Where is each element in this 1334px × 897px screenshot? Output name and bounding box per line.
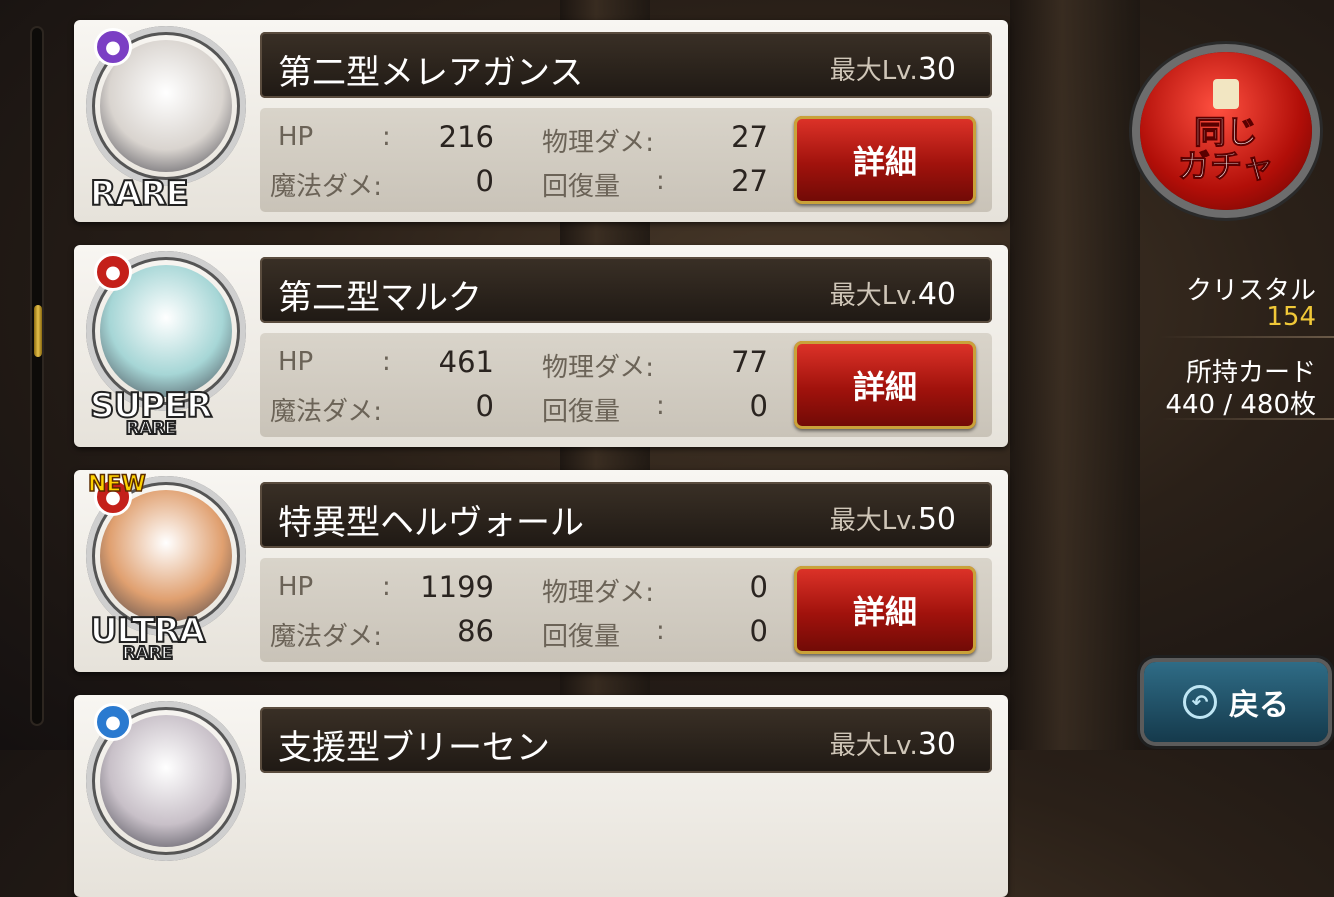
max-level-value: 30 bbox=[917, 52, 956, 87]
max-level-label: 最大Lv. bbox=[829, 56, 918, 86]
physical-damage-value: 77 bbox=[731, 345, 768, 379]
magic-damage-label: 魔法ダメ: bbox=[270, 397, 382, 427]
rarity-badge: ULTRA RARE bbox=[89, 610, 206, 665]
heal-value: 27 bbox=[731, 164, 768, 198]
unit-name: 第二型メレアガンス bbox=[278, 53, 584, 93]
stat-colon: : bbox=[656, 616, 665, 646]
swirl-icon: ● bbox=[94, 28, 132, 66]
unit-card[interactable]: ● RARE 第二型メレアガンス 最大Lv.30 HP : 216 物理ダメ: … bbox=[74, 20, 1008, 222]
swirl-icon: ● bbox=[94, 703, 132, 741]
rarity-label: RARE bbox=[89, 173, 190, 215]
max-level: 最大Lv.30 bbox=[830, 725, 956, 762]
hp-label: HP bbox=[278, 122, 314, 152]
unit-card[interactable]: ● SUPER RARE 第二型マルク 最大Lv.40 HP : 461 物理ダ… bbox=[74, 245, 1008, 447]
back-label: 戻る bbox=[1229, 688, 1289, 723]
hp-label: HP bbox=[278, 572, 314, 602]
heal-value: 0 bbox=[749, 389, 768, 423]
heal-label: 回復量 bbox=[542, 622, 621, 652]
unit-name-bar: 第二型メレアガンス 最大Lv.30 bbox=[260, 32, 992, 98]
stat-colon: : bbox=[382, 122, 391, 152]
physical-damage-label: 物理ダメ: bbox=[542, 128, 654, 158]
unit-name: 第二型マルク bbox=[278, 278, 482, 318]
unit-name-bar: 支援型ブリーセン 最大Lv.30 bbox=[260, 707, 992, 773]
hp-value: 461 bbox=[438, 345, 494, 379]
hp-label: HP bbox=[278, 347, 314, 377]
rarity-badge: RARE bbox=[89, 173, 190, 215]
gacha-line2: ガチャ bbox=[1178, 147, 1275, 185]
max-level-value: 40 bbox=[917, 277, 956, 312]
magic-damage-label: 魔法ダメ: bbox=[270, 172, 382, 202]
max-level: 最大Lv.50 bbox=[830, 500, 956, 537]
unit-portrait[interactable]: ● SUPER RARE bbox=[86, 251, 246, 440]
hp-value: 216 bbox=[438, 120, 494, 154]
physical-damage-value: 27 bbox=[731, 120, 768, 154]
detail-button[interactable]: 詳細 bbox=[794, 341, 976, 429]
gacha-line1: 同じ bbox=[1193, 113, 1258, 151]
hp-value: 1199 bbox=[420, 570, 494, 604]
unit-card[interactable]: ● 支援型ブリーセン 最大Lv.30 bbox=[74, 695, 1008, 897]
unit-card[interactable]: ● NEW ULTRA RARE 特異型ヘルヴォール 最大Lv.50 HP : … bbox=[74, 470, 1008, 672]
divider bbox=[1160, 418, 1334, 420]
rarity-badge: SUPER RARE bbox=[89, 385, 213, 440]
magic-damage-value: 0 bbox=[475, 164, 494, 198]
scrollbar[interactable] bbox=[30, 26, 44, 726]
heal-label: 回復量 bbox=[542, 172, 621, 202]
shield-icon: ● bbox=[94, 253, 132, 291]
stat-colon: : bbox=[656, 391, 665, 421]
gacha-icon bbox=[1213, 79, 1239, 109]
max-level-label: 最大Lv. bbox=[829, 731, 918, 761]
unit-portrait[interactable]: ● RARE bbox=[86, 26, 246, 215]
new-badge: NEW bbox=[87, 471, 146, 498]
heal-value: 0 bbox=[749, 614, 768, 648]
physical-damage-label: 物理ダメ: bbox=[542, 578, 654, 608]
stat-colon: : bbox=[382, 572, 391, 602]
physical-damage-label: 物理ダメ: bbox=[542, 353, 654, 383]
owned-cards-value: 440 / 480枚 bbox=[1165, 390, 1316, 420]
unit-name-bar: 第二型マルク 最大Lv.40 bbox=[260, 257, 992, 323]
same-gacha-button[interactable]: 同じ ガチャ bbox=[1140, 52, 1312, 210]
crystal-value: 154 bbox=[1266, 302, 1316, 332]
scrollbar-thumb[interactable] bbox=[34, 304, 42, 357]
unit-name-bar: 特異型ヘルヴォール 最大Lv.50 bbox=[260, 482, 992, 548]
return-arrow-icon: ↶ bbox=[1183, 685, 1217, 719]
divider bbox=[1160, 336, 1334, 338]
unit-portrait[interactable]: ● NEW ULTRA RARE bbox=[86, 471, 246, 665]
unit-portrait[interactable]: ● bbox=[86, 701, 246, 861]
back-button[interactable]: ↶ 戻る bbox=[1144, 662, 1328, 742]
unit-name: 特異型ヘルヴォール bbox=[278, 503, 584, 543]
magic-damage-value: 0 bbox=[475, 389, 494, 423]
max-level-value: 50 bbox=[917, 502, 956, 537]
max-level-value: 30 bbox=[917, 727, 956, 762]
stat-colon: : bbox=[382, 347, 391, 377]
physical-damage-value: 0 bbox=[749, 570, 768, 604]
heal-label: 回復量 bbox=[542, 397, 621, 427]
max-level-label: 最大Lv. bbox=[829, 281, 918, 311]
magic-damage-label: 魔法ダメ: bbox=[270, 622, 382, 652]
max-level: 最大Lv.30 bbox=[830, 50, 956, 87]
max-level-label: 最大Lv. bbox=[829, 506, 918, 536]
background-pillar bbox=[1010, 0, 1140, 750]
stat-colon: : bbox=[656, 166, 665, 196]
detail-button[interactable]: 詳細 bbox=[794, 116, 976, 204]
magic-damage-value: 86 bbox=[457, 614, 494, 648]
unit-name: 支援型ブリーセン bbox=[278, 728, 550, 768]
max-level: 最大Lv.40 bbox=[830, 275, 956, 312]
detail-button[interactable]: 詳細 bbox=[794, 566, 976, 654]
